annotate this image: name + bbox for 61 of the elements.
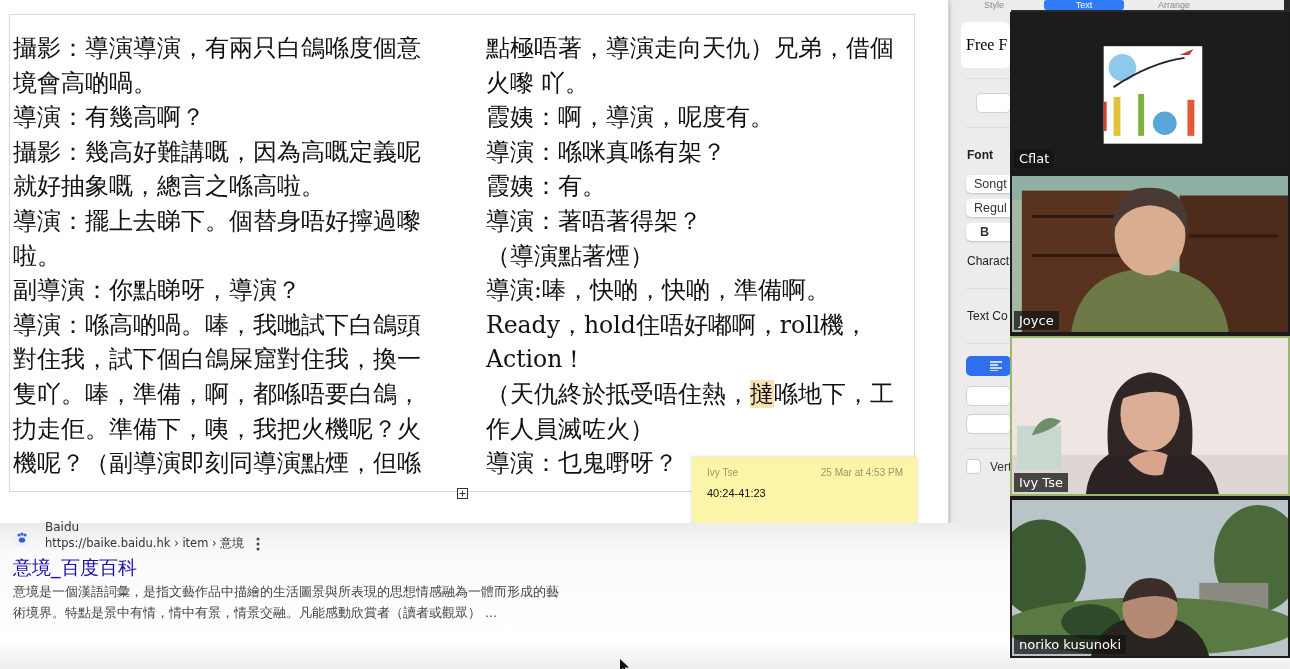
script-line: Ready，hold住唔好嘟啊，roll機， xyxy=(486,309,869,341)
script-line: 副導演：你點睇呀，導演？ xyxy=(13,275,301,307)
video-tile[interactable]: Ivy Tse xyxy=(1010,336,1290,496)
script-line: 境會高啲喎。 xyxy=(13,67,157,99)
script-line: 點極唔著，導演走向天仇）兄弟，借個 xyxy=(486,33,894,64)
text-color-label: Text Co xyxy=(967,309,1008,323)
font-style-dropdown[interactable]: Regul xyxy=(966,199,1011,217)
result-url: https://baike.baidu.hk › item › 意境 xyxy=(45,536,245,551)
script-line: 導演:唪，快啲，快啲，準備啊。 xyxy=(486,275,830,307)
mouse-pointer-icon xyxy=(620,659,630,669)
participant-name: Ivy Tse xyxy=(1014,473,1068,492)
video-tile[interactable]: noriko kusunoki xyxy=(1010,498,1290,658)
script-line: 啦。 xyxy=(13,240,61,272)
script-line: （天仇終於抵受唔住熱，撻喺地下，工 xyxy=(486,378,894,410)
result-snippet: 術境界。特點是景中有情，情中有景，情景交融。凡能感動欣賞者（讀者或觀眾） ... xyxy=(13,604,498,622)
participant-name: Joyce xyxy=(1014,311,1059,330)
comment-time: 25 Mar at 4:53 PM xyxy=(820,467,903,478)
participant-name: noriko kusunoki xyxy=(1014,635,1126,654)
script-line: 導演：著唔著得架？ xyxy=(486,205,702,237)
style-button[interactable] xyxy=(976,93,1011,113)
script-line: 就好抽象嘅，總言之喺高啦。 xyxy=(13,171,325,203)
script-line: 對住我，試下個白鴿屎窟對住我，換一 xyxy=(13,344,421,376)
vertical-label: Vert xyxy=(990,459,1012,474)
spacing-button[interactable] xyxy=(966,386,1011,406)
font-preview[interactable]: Free F xyxy=(961,22,1010,68)
script-line: 導演：擺上去睇下。個替身唔好擰過嚟 xyxy=(13,205,421,237)
script-line: 隻吖。唪，準備，啊，都喺唔要白鴿， xyxy=(13,378,421,410)
script-line: 機呢？（副導演即刻同導演點煙，但喺 xyxy=(13,448,421,480)
result-snippet: 意境是一個漢語詞彙，是指文藝作品中描繪的生活圖景與所表現的思想情感融為一體而形成的藝 xyxy=(13,583,560,601)
character-label: Charact xyxy=(967,254,1010,268)
script-line: 火嚟 吖。 xyxy=(486,67,590,99)
script-line: 導演：喺咪真喺有架？ xyxy=(486,136,726,168)
script-line: 扐走佢。準備下，咦，我把火機呢？火 xyxy=(13,413,421,445)
align-left-button[interactable] xyxy=(966,356,1011,376)
script-line: 霞姨：有。 xyxy=(486,171,606,203)
script-line: Action！ xyxy=(486,344,587,376)
script-line: 攝影：幾高好難講嘅，因為高嘅定義呢 xyxy=(13,136,421,168)
align-left-icon xyxy=(990,361,1002,371)
video-tile[interactable]: Joyce xyxy=(1010,174,1290,334)
sidebar-tab[interactable]: Text xyxy=(1044,0,1124,10)
script-line: 導演：喺高啲喎。唪，我哋試下白鴿頭 xyxy=(13,309,421,341)
more-icon[interactable] xyxy=(256,536,261,551)
video-tile[interactable]: Cflat xyxy=(1010,12,1290,172)
script-line: 攝影：導演導演，有兩只白鴿喺度個意 xyxy=(13,33,421,64)
vertical-checkbox[interactable] xyxy=(966,459,981,474)
participant-name: Cflat xyxy=(1014,149,1055,168)
bullets-button[interactable] xyxy=(966,414,1011,434)
paw-icon xyxy=(13,529,31,547)
script-line: （導演點著煙） xyxy=(486,240,654,272)
script-line: 霞姨：啊，導演，呢度有。 xyxy=(486,102,774,134)
comment-author: Ivy Tse xyxy=(707,467,738,478)
add-icon[interactable] xyxy=(457,488,468,499)
script-line: 導演：乜鬼嘢呀？ xyxy=(486,448,678,480)
script-line: 導演：有幾高啊？ xyxy=(13,102,205,134)
font-family-dropdown[interactable]: Songt xyxy=(966,175,1011,193)
site-name: Baidu xyxy=(45,521,81,533)
script-line: 作人員滅咗火） xyxy=(486,413,654,445)
bold-button[interactable]: B xyxy=(966,223,1011,241)
result-title-link[interactable]: 意境_百度百科 xyxy=(13,555,137,581)
font-label: Font xyxy=(967,148,993,162)
comment-text: 40:24-41:23 xyxy=(707,487,767,499)
